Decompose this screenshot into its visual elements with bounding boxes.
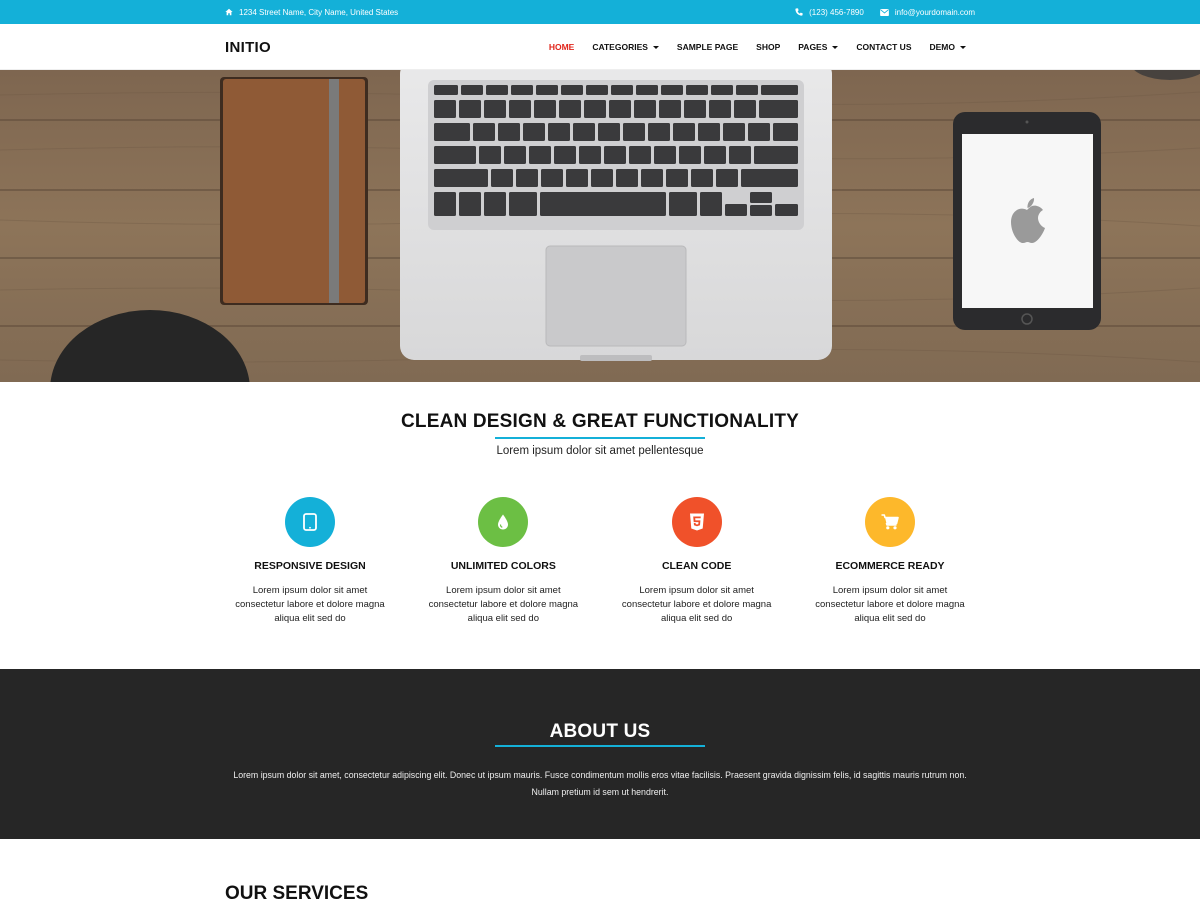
nav-pages[interactable]: PAGES (789, 42, 847, 52)
about-section: ABOUT US Lorem ipsum dolor sit amet, con… (0, 669, 1200, 839)
nav-shop-label: SHOP (756, 42, 781, 52)
tablet-graphic (953, 112, 1101, 330)
html5-icon (689, 513, 704, 531)
nav-demo[interactable]: DEMO (921, 42, 976, 52)
cart-icon (881, 514, 899, 530)
feature-icon-circle (864, 497, 915, 547)
feature-icon-circle (285, 497, 335, 547)
title-underline (495, 745, 705, 747)
address-text: 1234 Street Name, City Name, United Stat… (239, 7, 399, 17)
feature-desc: Lorem ipsum dolor sit amet consectetur l… (815, 585, 965, 624)
nav-contact-us[interactable]: CONTACT US (847, 42, 920, 52)
feature-desc: Lorem ipsum dolor sit amet consectetur l… (428, 585, 579, 624)
caret-down-icon (960, 45, 966, 49)
title-underline (495, 437, 705, 439)
feature-title: RESPONSIVE DESIGN (254, 560, 366, 572)
feature-icon-circle (478, 497, 529, 547)
feature-title: ECOMMERCE READY (835, 560, 945, 572)
tablet-icon (303, 513, 317, 531)
feature-icon-circle (671, 497, 722, 547)
site-header: INITIO HOME CATEGORIES SAMPLE PAGE SHOP … (0, 24, 1200, 70)
nav-sample-page-label: SAMPLE PAGE (676, 42, 739, 52)
feature-title: UNLIMITED COLORS (450, 560, 556, 572)
feature-desc: Lorem ipsum dolor sit amet consectetur l… (621, 585, 772, 624)
feature-item: RESPONSIVE DESIGN Lorem ipsum dolor sit … (225, 497, 395, 626)
feature-item: ECOMMERCE READY Lorem ipsum dolor sit am… (805, 497, 975, 626)
droplet-icon (498, 514, 509, 530)
feature-item: UNLIMITED COLORS Lorem ipsum dolor sit a… (418, 497, 588, 626)
nav-demo-label: DEMO (929, 42, 956, 52)
nav-home-label: HOME (548, 42, 575, 52)
nav-pages-label: PAGES (798, 42, 828, 52)
hero-banner (0, 70, 1200, 382)
features-title: CLEAN DESIGN & GREAT FUNCTIONALITY (400, 411, 800, 432)
nav-contact-us-label: CONTACT US (856, 42, 912, 52)
nav-home[interactable]: HOME (540, 42, 584, 52)
email-text: info@yourdomain.com (894, 7, 975, 17)
envelope-icon (879, 8, 889, 16)
about-title: ABOUT US (549, 721, 651, 742)
nav-shop[interactable]: SHOP (747, 42, 789, 52)
caret-down-icon (832, 45, 839, 49)
features-subtitle: Lorem ipsum dolor sit amet pellentesque (496, 445, 704, 457)
nav-categories-label: CATEGORIES (592, 42, 648, 52)
home-icon (225, 8, 233, 16)
phone-icon (795, 8, 803, 16)
laptop-graphic (400, 70, 832, 361)
feature-desc: Lorem ipsum dolor sit amet consectetur l… (235, 585, 385, 624)
feature-item: CLEAN CODE Lorem ipsum dolor sit amet co… (612, 497, 782, 626)
main-nav: HOME CATEGORIES SAMPLE PAGE SHOP PAGES C… (540, 42, 975, 52)
nav-sample-page[interactable]: SAMPLE PAGE (668, 42, 747, 52)
address-group: 1234 Street Name, City Name, United Stat… (225, 8, 398, 17)
features-row: RESPONSIVE DESIGN Lorem ipsum dolor sit … (225, 497, 975, 626)
site-logo[interactable]: INITIO (225, 39, 271, 56)
caret-down-icon (652, 45, 659, 49)
features-section: CLEAN DESIGN & GREAT FUNCTIONALITY Lorem… (0, 382, 1200, 669)
services-section: OUR SERVICES (0, 839, 1200, 900)
notebook-graphic (220, 77, 368, 305)
phone-text: (123) 456-7890 (809, 7, 864, 17)
services-title: OUR SERVICES (225, 883, 369, 900)
hero-image (0, 70, 1200, 382)
top-info-bar: 1234 Street Name, City Name, United Stat… (0, 0, 1200, 24)
nav-categories[interactable]: CATEGORIES (583, 42, 668, 52)
phone-link[interactable]: (123) 456-7890 (795, 8, 864, 17)
about-text: Lorem ipsum dolor sit amet, consectetur … (233, 770, 967, 797)
email-link[interactable]: info@yourdomain.com (879, 7, 975, 17)
feature-title: CLEAN CODE (661, 560, 732, 572)
